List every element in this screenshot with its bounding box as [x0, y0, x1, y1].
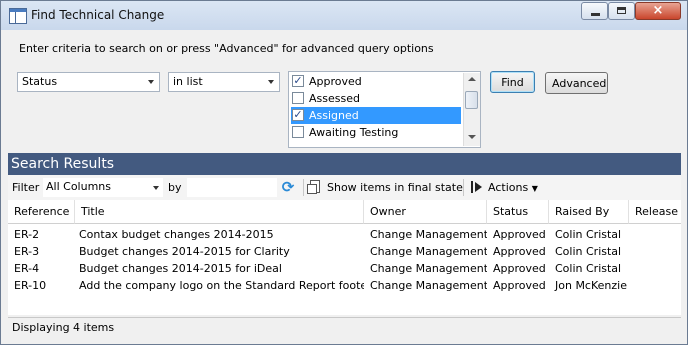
window-title: Find Technical Change — [31, 8, 165, 22]
maximize-icon — [617, 7, 626, 14]
cell-reference: ER-4 — [14, 262, 40, 275]
minimize-button[interactable] — [581, 2, 608, 20]
column-header-status[interactable]: Status — [487, 200, 549, 224]
cell-raised-by: Colin Cristal — [555, 245, 622, 258]
cell-reference: ER-10 — [14, 279, 47, 292]
filter-column-select[interactable]: All Columns — [43, 178, 163, 197]
cell-raised-by: Colin Cristal — [555, 262, 622, 275]
checklist-item-label: Approved — [309, 75, 362, 88]
cell-reference: ER-3 — [14, 245, 40, 258]
checklist-item-approved[interactable]: ✓ Approved — [291, 73, 461, 90]
document-icon — [307, 180, 320, 194]
cell-title: Contax budget changes 2014-2015 — [79, 228, 274, 241]
checklist-item-label: Awaiting Testing — [309, 126, 399, 139]
operator-select[interactable]: in list — [168, 72, 280, 92]
actions-label: Actions — [488, 181, 529, 194]
checkbox-checked[interactable]: ✓ — [292, 75, 304, 87]
column-header-release[interactable]: Release — [629, 200, 681, 224]
actions-menu-button[interactable]: Actions ▼ — [488, 181, 538, 194]
scroll-up-icon[interactable] — [468, 77, 476, 81]
chevron-down-icon — [268, 80, 274, 84]
filter-input[interactable] — [187, 178, 277, 197]
play-icon — [471, 181, 483, 193]
results-toolbar: Filter All Columns by ⟳ Show items in fi… — [8, 175, 681, 201]
cell-reference: ER-2 — [14, 228, 40, 241]
field-select[interactable]: Status — [17, 72, 160, 92]
cell-owner: Change Management — [370, 279, 487, 292]
checkbox[interactable] — [292, 92, 304, 104]
checklist-scrollbar[interactable] — [463, 73, 480, 146]
filter-label: Filter — [12, 181, 40, 194]
find-technical-change-window: Find Technical Change × Enter criteria t… — [0, 0, 688, 345]
cell-status: Approved — [493, 262, 546, 275]
find-button[interactable]: Find — [490, 71, 535, 93]
scroll-down-icon[interactable] — [468, 135, 476, 139]
checklist-item-awaiting-testing[interactable]: Awaiting Testing — [291, 124, 461, 141]
close-button[interactable]: × — [635, 2, 681, 20]
maximize-button[interactable] — [608, 2, 635, 20]
chevron-down-icon — [153, 186, 159, 190]
cell-owner: Change Management — [370, 245, 487, 258]
checklist-item-assigned[interactable]: ✓ Assigned — [291, 107, 461, 124]
refresh-icon[interactable]: ⟳ — [280, 179, 296, 195]
table-row[interactable]: ER-4 Budget changes 2014-2015 for iDeal … — [8, 260, 681, 277]
cell-status: Approved — [493, 228, 546, 241]
column-header-title[interactable]: Title — [75, 200, 364, 224]
table-row[interactable]: ER-2 Contax budget changes 2014-2015 Cha… — [8, 226, 681, 243]
cell-raised-by: Colin Cristal — [555, 228, 622, 241]
toolbar-divider — [463, 179, 464, 196]
cell-title: Budget changes 2014-2015 for Clarity — [79, 245, 290, 258]
cell-owner: Change Management — [370, 228, 487, 241]
scroll-thumb[interactable] — [465, 91, 478, 109]
search-results-header: Search Results — [8, 153, 681, 175]
status-checklist[interactable]: ✓ Approved Assessed ✓ Assigned Awaiting … — [288, 71, 481, 148]
show-final-state-button[interactable]: Show items in final state — [327, 181, 463, 194]
checklist-item-assessed[interactable]: Assessed — [291, 90, 461, 107]
filter-column-value: All Columns — [46, 180, 111, 193]
cell-raised-by: Jon McKenzie — [555, 279, 627, 292]
checkbox-checked[interactable]: ✓ — [292, 109, 304, 121]
operator-select-value: in list — [173, 75, 203, 88]
cell-status: Approved — [493, 279, 546, 292]
checkbox[interactable] — [292, 126, 304, 138]
column-header-owner[interactable]: Owner — [364, 200, 487, 224]
cell-title: Add the company logo on the Standard Rep… — [79, 279, 364, 292]
results-table: Reference Title Owner Status Raised By R… — [8, 200, 681, 315]
field-select-value: Status — [22, 75, 58, 88]
column-header-raised-by[interactable]: Raised By — [549, 200, 629, 224]
title-bar[interactable]: Find Technical Change × — [1, 1, 687, 30]
cell-title: Budget changes 2014-2015 for iDeal — [79, 262, 282, 275]
chevron-down-icon — [148, 80, 154, 84]
checklist-item-label: Assigned — [309, 109, 359, 122]
advanced-button[interactable]: Advanced — [545, 72, 608, 94]
table-row[interactable]: ER-3 Budget changes 2014-2015 for Clarit… — [8, 243, 681, 260]
search-instructions: Enter criteria to search on or press "Ad… — [19, 42, 434, 55]
cell-status: Approved — [493, 245, 546, 258]
table-row[interactable]: ER-10 Add the company logo on the Standa… — [8, 277, 681, 294]
window-icon — [9, 8, 27, 24]
status-bar: Displaying 4 items — [8, 317, 681, 337]
checklist-item-label: Assessed — [309, 92, 360, 105]
cell-owner: Change Management — [370, 262, 487, 275]
chevron-down-icon: ▼ — [531, 184, 538, 193]
minimize-icon — [591, 13, 600, 16]
column-header-reference[interactable]: Reference — [8, 200, 75, 224]
toolbar-divider — [303, 179, 304, 196]
by-label: by — [168, 181, 182, 194]
